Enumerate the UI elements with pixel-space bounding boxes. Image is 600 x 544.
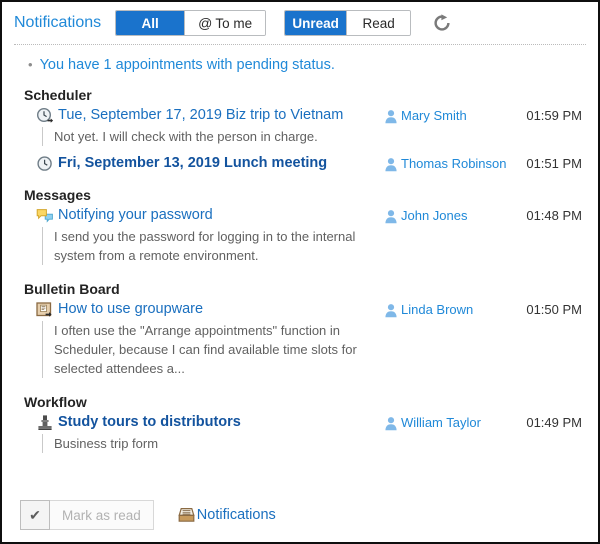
avatar-icon (384, 157, 398, 172)
tab-to-me-label: To me (215, 15, 253, 31)
stamp-icon (36, 414, 54, 432)
user-name-link[interactable]: Linda Brown (401, 302, 473, 317)
footer-toolbar: ✔ Mark as read Notifications (2, 488, 598, 542)
mark-as-read-button[interactable]: Mark as read (50, 500, 154, 530)
user-name-link[interactable]: Thomas Robinson (401, 156, 507, 171)
notification-body: Not yet. I will check with the person in… (42, 127, 364, 146)
tab-to-me[interactable]: @ To me (185, 11, 266, 35)
section-title: Workflow (24, 394, 87, 410)
notification-user[interactable]: Mary Smith (384, 106, 516, 124)
section-title: Bulletin Board (24, 281, 120, 297)
notification-body: Business trip form (42, 434, 364, 453)
inbox-tray-icon (178, 507, 195, 523)
list-item-main: Study tours to distributors Business tri… (14, 413, 384, 453)
filter-tab-group: All @ To me (115, 10, 267, 36)
list-item-head: Study tours to distributors (36, 413, 384, 432)
section-title: Messages (24, 187, 91, 203)
notification-list: Scheduler Tue, September 17, 2019 Biz tr… (2, 87, 598, 453)
status-tab-group: Unread Read (284, 10, 412, 36)
section-bulletin-board: Bulletin Board How to use groupware I of… (14, 281, 586, 378)
notification-title-link[interactable]: Study tours to distributors (58, 413, 241, 432)
refresh-icon (434, 14, 450, 31)
select-all-checkbox-button[interactable]: ✔ (20, 500, 50, 530)
at-icon: @ (198, 15, 213, 31)
list-item[interactable]: Tue, September 17, 2019 Biz trip to Viet… (14, 106, 586, 146)
notification-time: 01:49 PM (526, 415, 582, 430)
list-item[interactable]: How to use groupware I often use the "Ar… (14, 300, 586, 378)
tab-unread[interactable]: Unread (285, 11, 348, 35)
tab-read-label: Read (362, 15, 395, 31)
section-title: Scheduler (24, 87, 92, 103)
notification-title-link[interactable]: Tue, September 17, 2019 Biz trip to Viet… (58, 106, 343, 125)
list-item-head: How to use groupware (36, 300, 384, 319)
notification-user[interactable]: Thomas Robinson (384, 154, 516, 172)
avatar-icon (384, 109, 398, 124)
list-item-main: How to use groupware I often use the "Ar… (14, 300, 384, 378)
notification-body: I send you the password for logging in t… (42, 227, 364, 265)
list-item-head: Notifying your password (36, 206, 384, 225)
avatar-icon (384, 303, 398, 318)
pending-appointments-link[interactable]: You have 1 appointments with pending sta… (40, 57, 335, 73)
list-item-head: Fri, September 13, 2019 Lunch meeting (36, 154, 384, 173)
notification-time: 01:48 PM (526, 208, 582, 223)
tab-unread-label: Unread (292, 15, 339, 31)
list-item[interactable]: Study tours to distributors Business tri… (14, 413, 586, 453)
list-item[interactable]: Notifying your password I send you the p… (14, 206, 586, 265)
notification-user[interactable]: John Jones (384, 206, 516, 224)
notification-time: 01:50 PM (526, 302, 582, 317)
user-name-link[interactable]: Mary Smith (401, 108, 467, 123)
section-workflow: Workflow Study tours to distributors Bus… (14, 394, 586, 453)
avatar-icon (384, 416, 398, 431)
notifications-window: Notifications All @ To me Unread Read • … (0, 0, 600, 544)
header-toolbar: Notifications All @ To me Unread Read (2, 2, 598, 44)
notification-title-link[interactable]: Fri, September 13, 2019 Lunch meeting (58, 154, 327, 173)
section-scheduler: Scheduler Tue, September 17, 2019 Biz tr… (14, 87, 586, 173)
notifications-link-label: Notifications (196, 507, 276, 523)
tab-all[interactable]: All (116, 11, 186, 35)
list-item-main: Notifying your password I send you the p… (14, 206, 384, 265)
list-item[interactable]: Fri, September 13, 2019 Lunch meeting Th… (14, 154, 586, 173)
tab-all-label: All (141, 15, 159, 31)
page-title: Notifications (14, 14, 102, 31)
notification-time: 01:59 PM (526, 108, 582, 123)
notifications-footer-link[interactable]: Notifications (178, 507, 276, 523)
bulletin-board-icon (36, 301, 54, 319)
notification-user[interactable]: Linda Brown (384, 300, 516, 318)
user-name-link[interactable]: William Taylor (401, 415, 481, 430)
notification-time: 01:51 PM (526, 156, 582, 171)
summary-row: • You have 1 appointments with pending s… (2, 45, 598, 79)
user-name-link[interactable]: John Jones (401, 208, 468, 223)
notification-user[interactable]: William Taylor (384, 413, 516, 431)
list-item-main: Tue, September 17, 2019 Biz trip to Viet… (14, 106, 384, 146)
notification-title-link[interactable]: Notifying your password (58, 206, 213, 225)
list-item-main: Fri, September 13, 2019 Lunch meeting (14, 154, 384, 173)
list-item-head: Tue, September 17, 2019 Biz trip to Viet… (36, 106, 384, 125)
speech-bubbles-icon (36, 207, 54, 225)
clock-icon (36, 155, 54, 173)
mark-as-read-label: Mark as read (62, 507, 141, 523)
clock-arrow-icon (36, 107, 54, 125)
refresh-button[interactable] (429, 10, 455, 36)
check-icon: ✔ (29, 506, 41, 523)
avatar-icon (384, 209, 398, 224)
notification-title-link[interactable]: How to use groupware (58, 300, 203, 319)
section-messages: Messages Notifying your password I send … (14, 187, 586, 265)
tab-read[interactable]: Read (347, 11, 411, 35)
notification-body: I often use the "Arrange appointments" f… (42, 321, 364, 378)
bullet-icon: • (28, 57, 33, 72)
